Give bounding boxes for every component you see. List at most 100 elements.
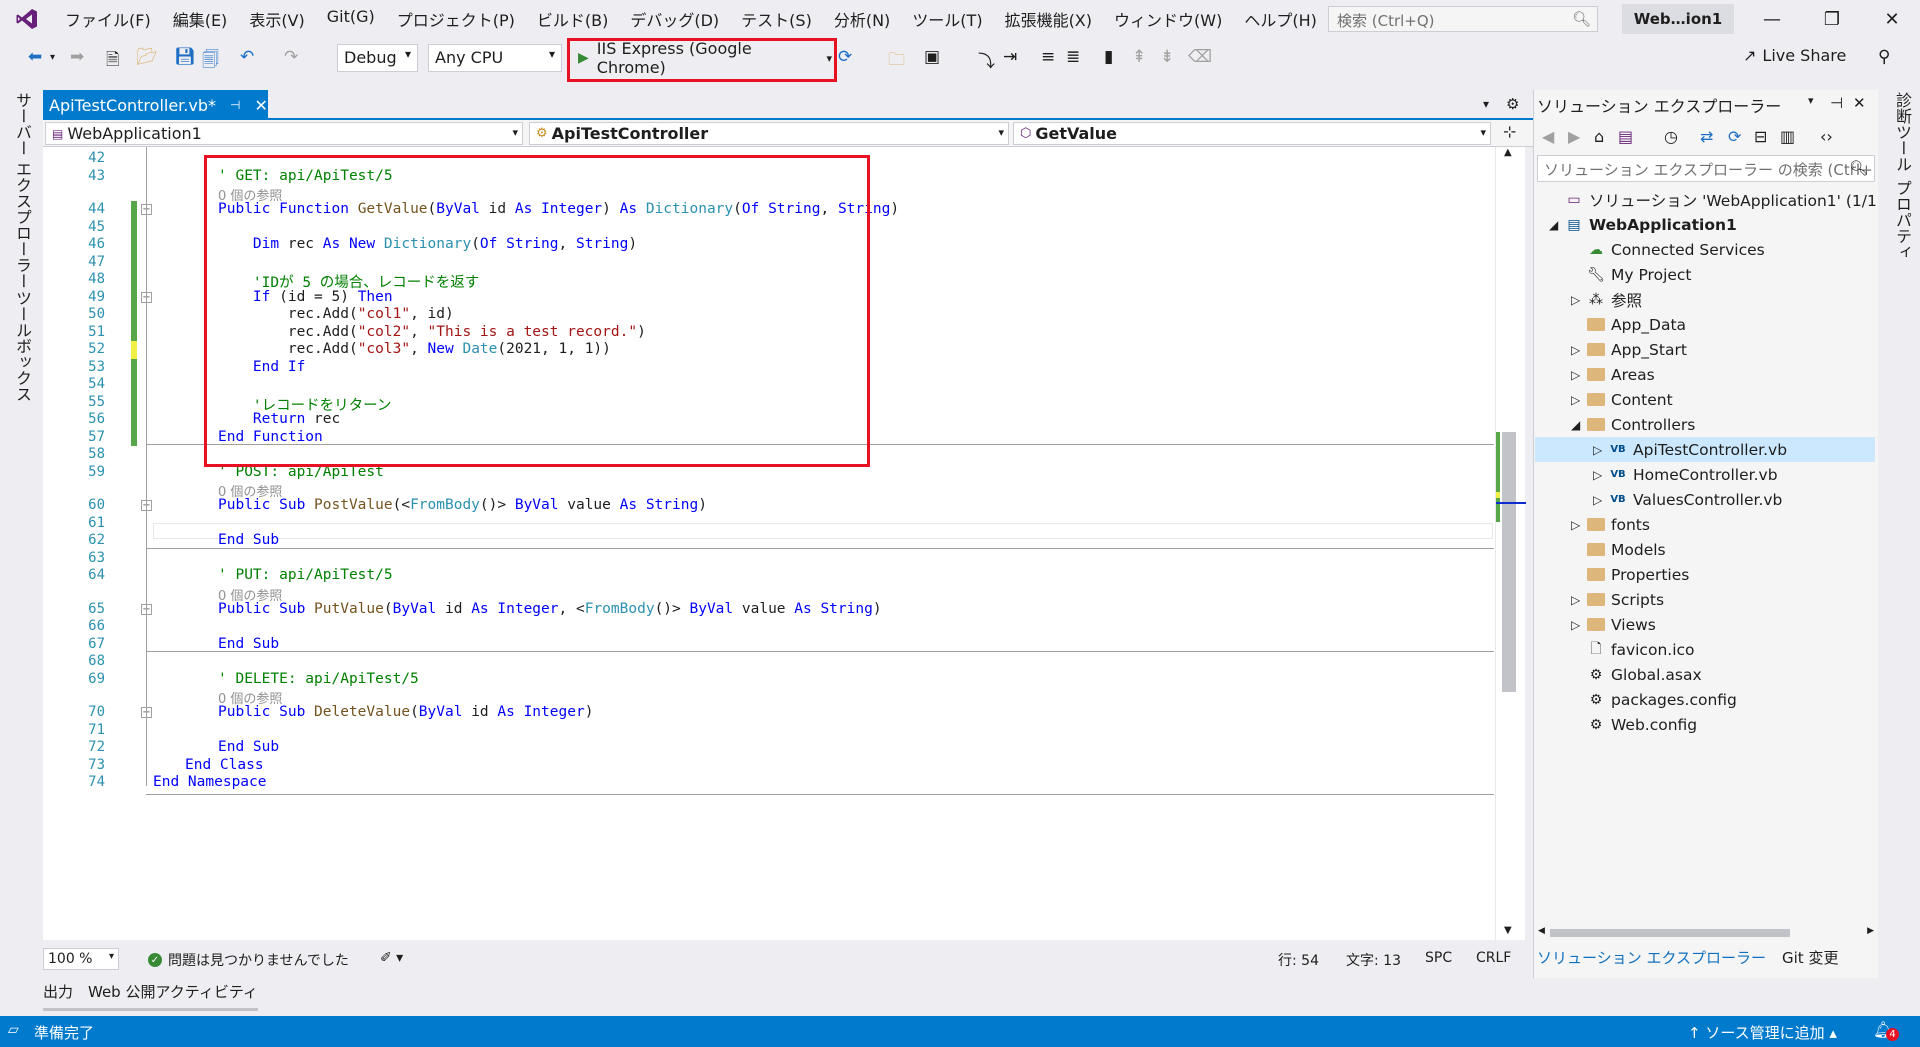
- tree-item[interactable]: 🔧︎ My Project: [1535, 262, 1875, 287]
- redo-icon[interactable]: ↷: [284, 47, 298, 67]
- tree-item[interactable]: ☁ Connected Services: [1535, 237, 1875, 262]
- step-over-icon[interactable]: ⇥: [1003, 47, 1017, 67]
- save-icon[interactable]: 💾︎: [174, 47, 196, 67]
- collapse-icon[interactable]: ◢: [1549, 218, 1558, 232]
- close-icon[interactable]: ✕: [1853, 94, 1866, 112]
- diagnostic-tools-tab[interactable]: 診断ツール: [1890, 92, 1914, 172]
- menu-item[interactable]: ビルド(B): [526, 7, 619, 31]
- back-icon[interactable]: ◀: [1542, 127, 1554, 146]
- screenshot-icon[interactable]: ▣: [924, 47, 940, 67]
- restore-button[interactable]: ❐: [1814, 6, 1850, 32]
- menu-item[interactable]: 編集(E): [162, 7, 239, 31]
- scroll-left-icon[interactable]: ◀: [1538, 926, 1545, 936]
- expand-icon[interactable]: ▷: [1571, 368, 1580, 382]
- tree-item[interactable]: 🗋 favicon.ico: [1535, 637, 1875, 662]
- platform-select[interactable]: Any CPU ▾: [428, 44, 562, 72]
- back-dropdown-icon[interactable]: ▾: [50, 52, 55, 63]
- browse-folder-icon[interactable]: 🗀: [888, 47, 905, 76]
- tab-apitestcontroller[interactable]: ApiTestController.vb* ⊣ ✕: [43, 90, 268, 120]
- tree-item[interactable]: ▷ App_Start: [1535, 337, 1875, 362]
- menu-item[interactable]: テスト(S): [730, 7, 823, 31]
- expand-icon[interactable]: ▷: [1571, 518, 1580, 532]
- tree-item[interactable]: ▷ Content: [1535, 387, 1875, 412]
- vertical-scrollbar[interactable]: ▲ ▼: [1495, 147, 1526, 940]
- code-view-icon[interactable]: ‹›: [1820, 127, 1833, 146]
- toolbox-tab[interactable]: ツールボックス: [10, 290, 34, 402]
- next-bookmark-icon[interactable]: ⇟: [1160, 47, 1174, 67]
- tree-item[interactable]: Models: [1535, 537, 1875, 562]
- add-to-source-control-button[interactable]: ↑ ソース管理に追加 ▴: [1688, 1022, 1837, 1043]
- scroll-thumb[interactable]: [1502, 432, 1516, 692]
- tab-output[interactable]: 出力: [43, 981, 73, 1002]
- menu-item[interactable]: ツール(T): [901, 7, 993, 31]
- refresh-icon[interactable]: ⟳: [838, 47, 852, 67]
- tree-item[interactable]: ▷ Scripts: [1535, 587, 1875, 612]
- collapse-icon[interactable]: ◢: [1571, 418, 1580, 432]
- configuration-select[interactable]: Debug ▾: [337, 44, 418, 72]
- split-icon[interactable]: ⊹: [1503, 122, 1516, 141]
- tab-web-publish[interactable]: Web 公開アクティビティ: [88, 981, 258, 1002]
- brush-icon[interactable]: ✐ ▾: [380, 950, 403, 966]
- bookmark-icon[interactable]: ▮: [1104, 47, 1113, 67]
- feedback-icon[interactable]: ⚲: [1878, 47, 1890, 67]
- tree-item[interactable]: ▷ VB ApiTestController.vb: [1535, 437, 1875, 462]
- line-ending-indicator[interactable]: CRLF: [1476, 950, 1511, 966]
- chevron-down-icon[interactable]: ▾: [1483, 97, 1489, 111]
- menu-item[interactable]: 分析(N): [823, 7, 901, 31]
- close-window-button[interactable]: ✕: [1874, 6, 1910, 32]
- tree-item[interactable]: ▷ VB ValuesController.vb: [1535, 487, 1875, 512]
- expand-icon[interactable]: ▷: [1593, 493, 1602, 507]
- new-project-icon[interactable]: 🗎: [106, 47, 120, 76]
- tree-item[interactable]: ⚙ Global.asax: [1535, 662, 1875, 687]
- expand-icon[interactable]: ▷: [1571, 293, 1580, 307]
- scroll-down-icon[interactable]: ▼: [1504, 925, 1512, 936]
- expand-icon[interactable]: ▷: [1571, 593, 1580, 607]
- close-icon[interactable]: ✕: [254, 96, 267, 115]
- chevron-down-icon[interactable]: ▾: [1808, 94, 1814, 107]
- menu-item[interactable]: ウィンドウ(W): [1103, 7, 1233, 31]
- collapse-all-icon[interactable]: ⊟: [1754, 127, 1767, 146]
- menu-item[interactable]: ヘルプ(H): [1233, 7, 1328, 31]
- project-select[interactable]: ▤ WebApplication1 ▾: [45, 122, 523, 145]
- tree-item[interactable]: Properties: [1535, 562, 1875, 587]
- scroll-right-icon[interactable]: ▶: [1867, 926, 1874, 936]
- tree-item[interactable]: ▷ fonts: [1535, 512, 1875, 537]
- expand-icon[interactable]: ▷: [1593, 468, 1602, 482]
- expand-icon[interactable]: ▷: [1571, 343, 1580, 357]
- scroll-thumb[interactable]: [1550, 929, 1790, 937]
- switch-views-icon[interactable]: ▤: [1618, 127, 1633, 146]
- step-icon[interactable]: ⤵: [978, 47, 995, 72]
- live-share-button[interactable]: ↗ Live Share: [1743, 46, 1846, 65]
- tree-item[interactable]: ▷ ⁂ 参照: [1535, 287, 1875, 312]
- menu-item[interactable]: プロジェクト(P): [386, 7, 526, 31]
- server-explorer-tab[interactable]: サーバー エクスプローラー: [10, 92, 34, 289]
- refresh-icon[interactable]: ⟳: [1728, 127, 1741, 146]
- save-all-icon[interactable]: 🗐: [202, 47, 219, 76]
- expand-icon[interactable]: ▷: [1571, 393, 1580, 407]
- tree-item[interactable]: ◢ Controllers: [1535, 412, 1875, 437]
- scroll-up-icon[interactable]: ▲: [1504, 147, 1512, 158]
- search-input[interactable]: 検索 (Ctrl+Q) 🔍︎: [1328, 6, 1598, 32]
- start-debugging-button[interactable]: ▶ IIS Express (Google Chrome) ▾: [572, 39, 832, 77]
- back-icon[interactable]: ⬅: [28, 47, 42, 67]
- tab-git-changes[interactable]: Git 変更: [1782, 947, 1838, 968]
- pending-changes-icon[interactable]: ◷: [1664, 127, 1678, 146]
- horizontal-scrollbar[interactable]: ◀ ▶: [1538, 926, 1874, 940]
- undo-icon[interactable]: ↶: [240, 47, 254, 67]
- solution-explorer-search-input[interactable]: ソリューション エクスプローラー の検索 (Ctrl+;) 🔍︎: [1537, 155, 1875, 182]
- tree-item[interactable]: ⚙ Web.config: [1535, 712, 1875, 737]
- minimize-button[interactable]: —: [1754, 6, 1790, 32]
- prev-bookmark-icon[interactable]: ⇞: [1132, 47, 1146, 67]
- tree-item[interactable]: ⚙ packages.config: [1535, 687, 1875, 712]
- expand-icon[interactable]: ▷: [1593, 443, 1602, 457]
- menu-item[interactable]: デバッグ(D): [619, 7, 730, 31]
- forward-icon[interactable]: ▶: [1568, 127, 1580, 146]
- pin-icon[interactable]: ⊣: [230, 98, 240, 112]
- tree-item[interactable]: ◢ ▤ WebApplication1: [1535, 212, 1875, 237]
- expand-icon[interactable]: ▷: [1571, 618, 1580, 632]
- sync-icon[interactable]: ⇄: [1700, 127, 1713, 146]
- menu-item[interactable]: 表示(V): [238, 7, 315, 31]
- forward-icon[interactable]: ➡: [70, 47, 84, 67]
- menu-item[interactable]: 拡張機能(X): [994, 7, 1103, 31]
- tree-item[interactable]: ▭ ソリューション 'WebApplication1' (1/1 プロジェクト): [1535, 187, 1920, 212]
